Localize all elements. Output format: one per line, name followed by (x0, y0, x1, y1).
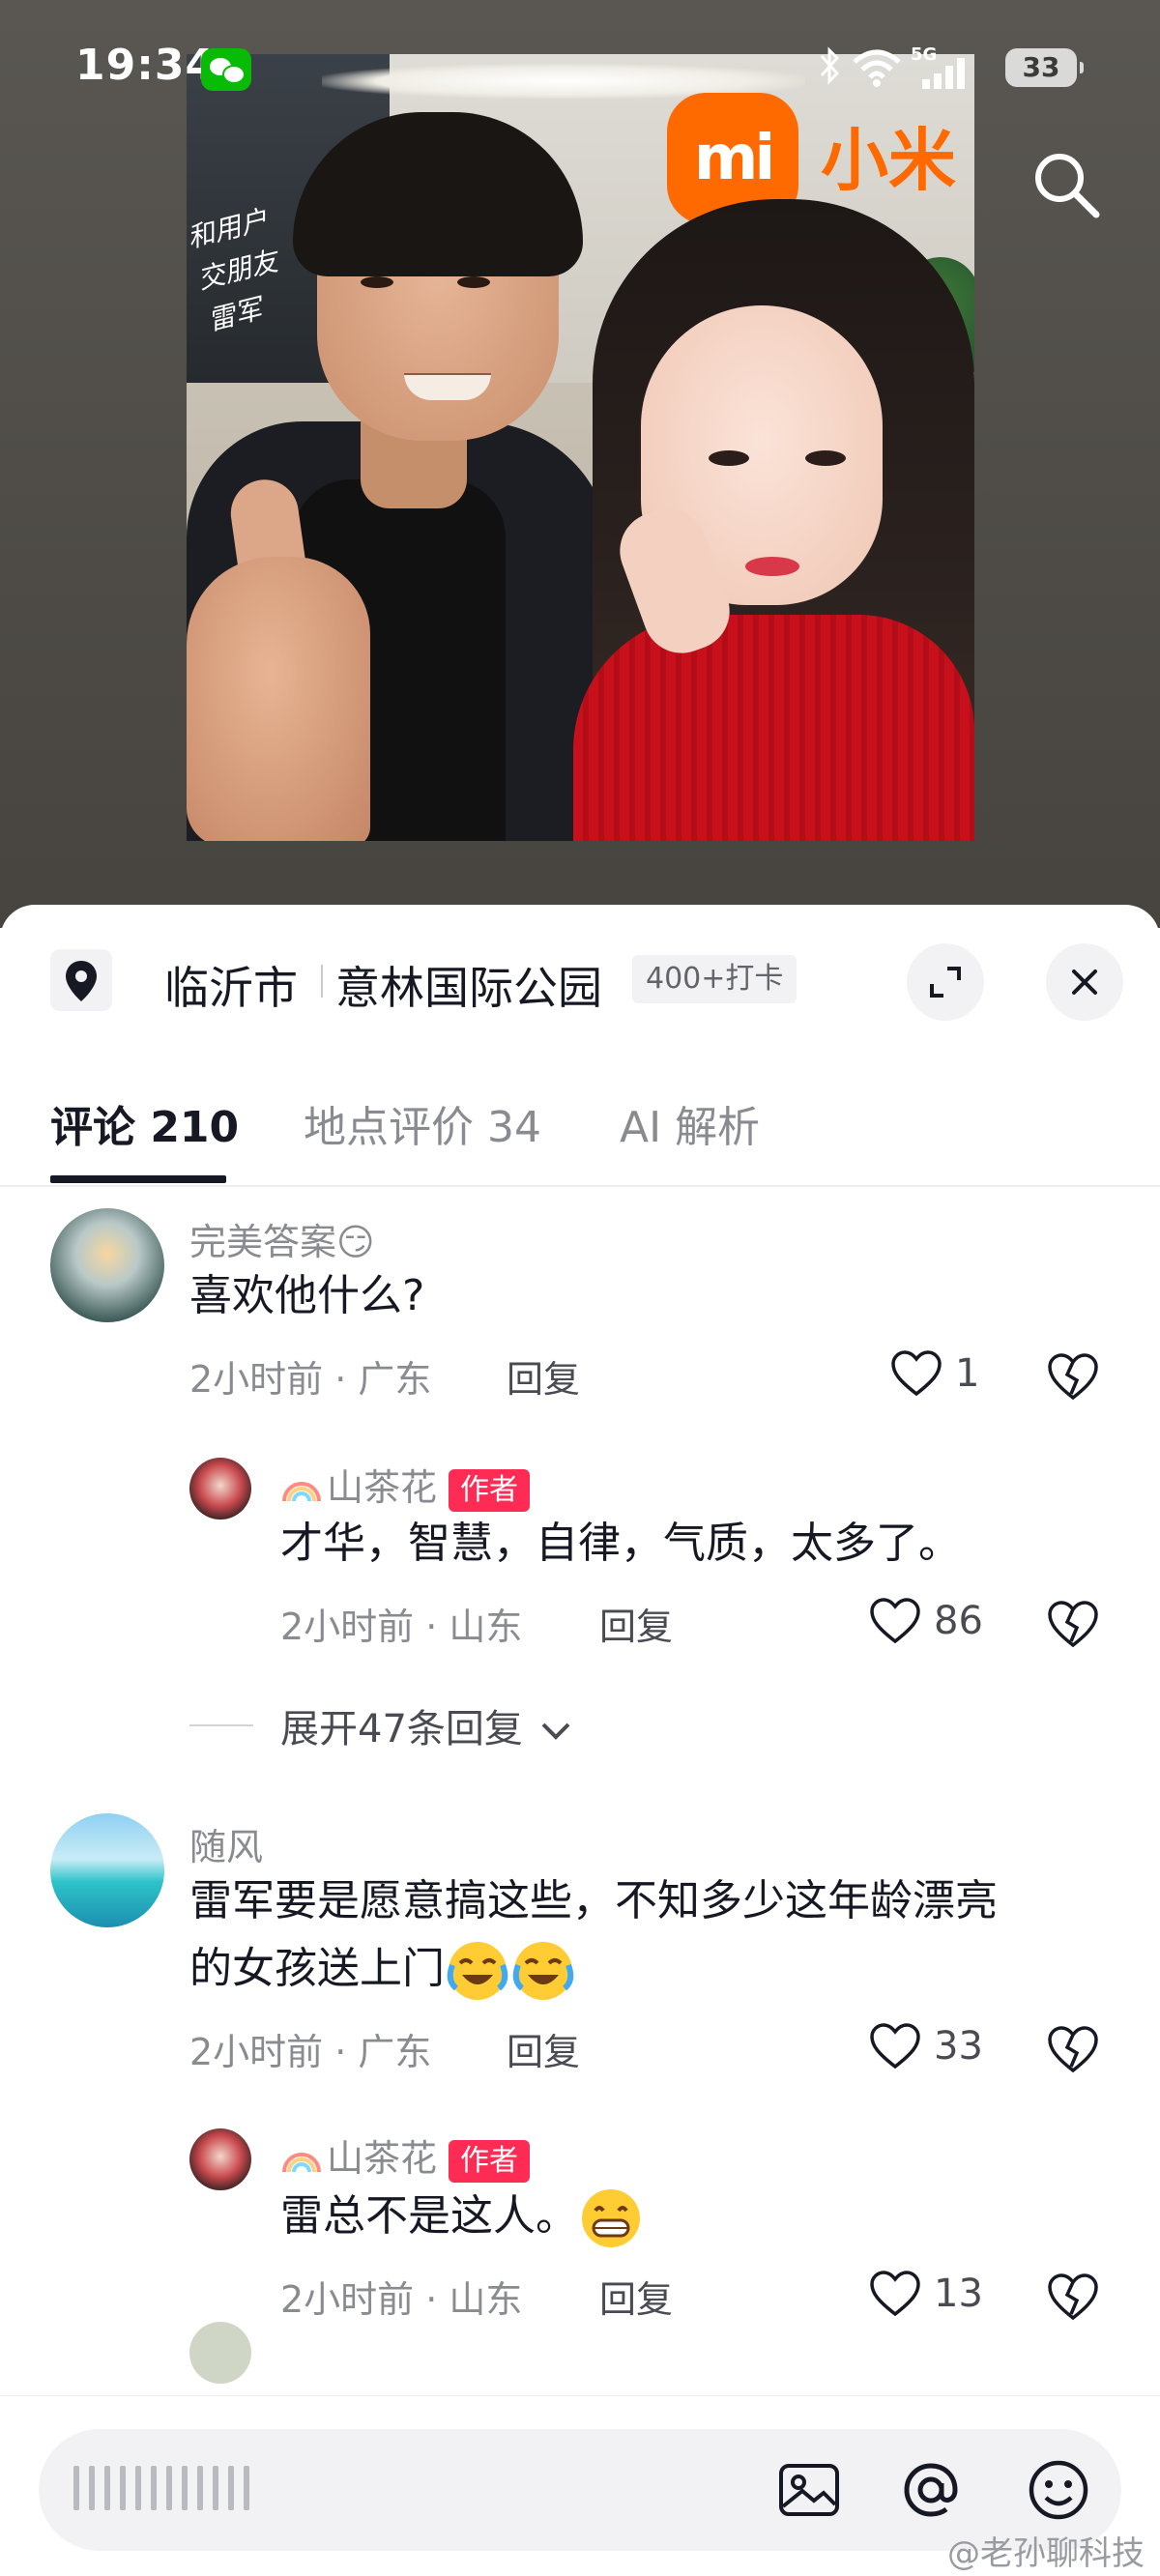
broken-heart-icon[interactable] (1046, 2270, 1100, 2324)
chevron-down-icon (541, 1722, 570, 1740)
rainbow-icon (282, 2152, 321, 2172)
avatar[interactable] (50, 1813, 164, 1927)
reply-button[interactable]: 回复 (599, 2270, 673, 2323)
status-indicators: 5G 33 (818, 44, 1088, 93)
tab-comments[interactable]: 评论 210 (50, 1092, 239, 1154)
comment-username[interactable]: 完美答案😏 (189, 1212, 375, 1265)
broken-heart-icon[interactable] (1046, 2022, 1100, 2076)
reply-username-row[interactable]: 山茶花 作者 (280, 1458, 531, 1512)
tab-active-indicator (50, 1175, 226, 1183)
like-count: 1 (955, 1351, 980, 1396)
location-header[interactable]: 临沂市 意林国际公园 400+打卡 (0, 905, 1160, 1050)
comment-text[interactable]: 喜欢他什么? (189, 1262, 424, 1330)
photo-viewer: mi 小米 和用户 交朋友 雷军 19:34 5G 33 (0, 0, 1160, 928)
comment-time-location: 2小时前 · 广东 (189, 2031, 432, 2073)
woman-eye (805, 450, 846, 466)
signal-icon (922, 58, 965, 89)
reply-avatar[interactable] (189, 2322, 251, 2384)
checkin-count-badge: 400+打卡 (632, 955, 798, 1003)
reply-username[interactable]: 山茶花 (327, 1466, 437, 1509)
search-icon[interactable] (1030, 149, 1102, 220)
man-eye (457, 276, 490, 288)
heart-icon (870, 2271, 920, 2317)
broken-heart-icon[interactable] (1046, 1597, 1100, 1651)
woman-sweater (573, 615, 974, 841)
expand-replies-label[interactable]: 展开47条回复 (280, 1697, 572, 1753)
woman-eye (709, 450, 749, 466)
comment-time-location: 2小时前 · 广东 (189, 1358, 432, 1401)
watermark: @老孙聊科技 (947, 2534, 1145, 2573)
reply-time-location: 2小时前 · 山东 (280, 1606, 523, 1648)
comments-sheet: 临沂市 意林国际公园 400+打卡 评论 210 地点评价 34 AI 解析 完… (0, 905, 1160, 2575)
image-icon[interactable] (775, 2456, 843, 2524)
heart-icon (870, 1598, 920, 1644)
reply-text[interactable]: 才华，智慧，自律，气质，太多了。 (280, 1510, 961, 1577)
reply-button[interactable]: 回复 (507, 1349, 580, 1403)
reply-text[interactable]: 雷总不是这人。 (280, 2183, 644, 2251)
reply-time-location: 2小时前 · 山东 (280, 2278, 523, 2321)
bluetooth-icon (820, 46, 840, 85)
man-smile (404, 373, 491, 400)
emoji-icon[interactable] (1025, 2456, 1092, 2524)
like-count: 13 (934, 2272, 983, 2316)
close-button[interactable] (1046, 943, 1123, 1021)
expand-button[interactable] (907, 943, 984, 1021)
tab-ai-analysis[interactable]: AI 解析 (620, 1092, 760, 1154)
thumbs-up-hand (187, 557, 370, 841)
grinning-emoji-icon (582, 2189, 640, 2247)
location-pin-icon (50, 949, 112, 1011)
avatar[interactable] (50, 1208, 164, 1322)
expand-icon (930, 967, 961, 998)
status-time: 19:34 (75, 41, 217, 90)
reply-username-row[interactable]: 山茶花 作者 (280, 2128, 531, 2183)
location-city[interactable]: 临沂市 (164, 953, 298, 1017)
rainbow-icon (282, 1481, 321, 1501)
reply-button[interactable]: 回复 (599, 1597, 673, 1650)
heart-icon (870, 2023, 920, 2069)
like-count: 86 (934, 1599, 983, 1643)
mention-icon[interactable] (897, 2456, 965, 2524)
wifi-icon (853, 49, 901, 87)
heart-icon (891, 1350, 942, 1397)
reply-button[interactable]: 回复 (507, 2022, 580, 2075)
broken-heart-icon[interactable] (1046, 1349, 1100, 1404)
like-count: 33 (934, 2024, 983, 2069)
comment-text-line[interactable]: 的女孩送上门 (189, 1935, 576, 2004)
reply-username[interactable]: 山茶花 (327, 2137, 437, 2180)
status-bar: 19:34 5G 33 (0, 0, 1160, 145)
reply-avatar[interactable] (189, 2128, 251, 2190)
location-divider (321, 965, 323, 998)
author-badge: 作者 (449, 2139, 531, 2183)
author-badge: 作者 (449, 1468, 531, 1512)
man-eye (361, 276, 393, 288)
crying-laughing-emoji-icon (447, 1942, 508, 2000)
close-icon (1072, 970, 1097, 995)
expand-divider (189, 1724, 253, 1726)
comment-username[interactable]: 随风 (189, 1817, 263, 1870)
post-photo[interactable]: mi 小米 和用户 交朋友 雷军 (187, 54, 974, 841)
reply-avatar[interactable] (189, 1458, 251, 1520)
crying-laughing-emoji-icon (512, 1942, 574, 2000)
battery-level: 33 (1005, 48, 1084, 87)
tab-bar: 评论 210 地点评价 34 AI 解析 (0, 1050, 1160, 1187)
input-placeholder (73, 2466, 383, 2514)
wechat-notification-icon (201, 48, 251, 91)
woman-lips (745, 557, 799, 576)
tab-place-reviews[interactable]: 地点评价 34 (304, 1092, 541, 1154)
comment-text-line[interactable]: 雷军要是愿意搞这些，不知多少这年龄漂亮 (189, 1867, 998, 1935)
location-place[interactable]: 意林国际公园 (335, 953, 602, 1017)
